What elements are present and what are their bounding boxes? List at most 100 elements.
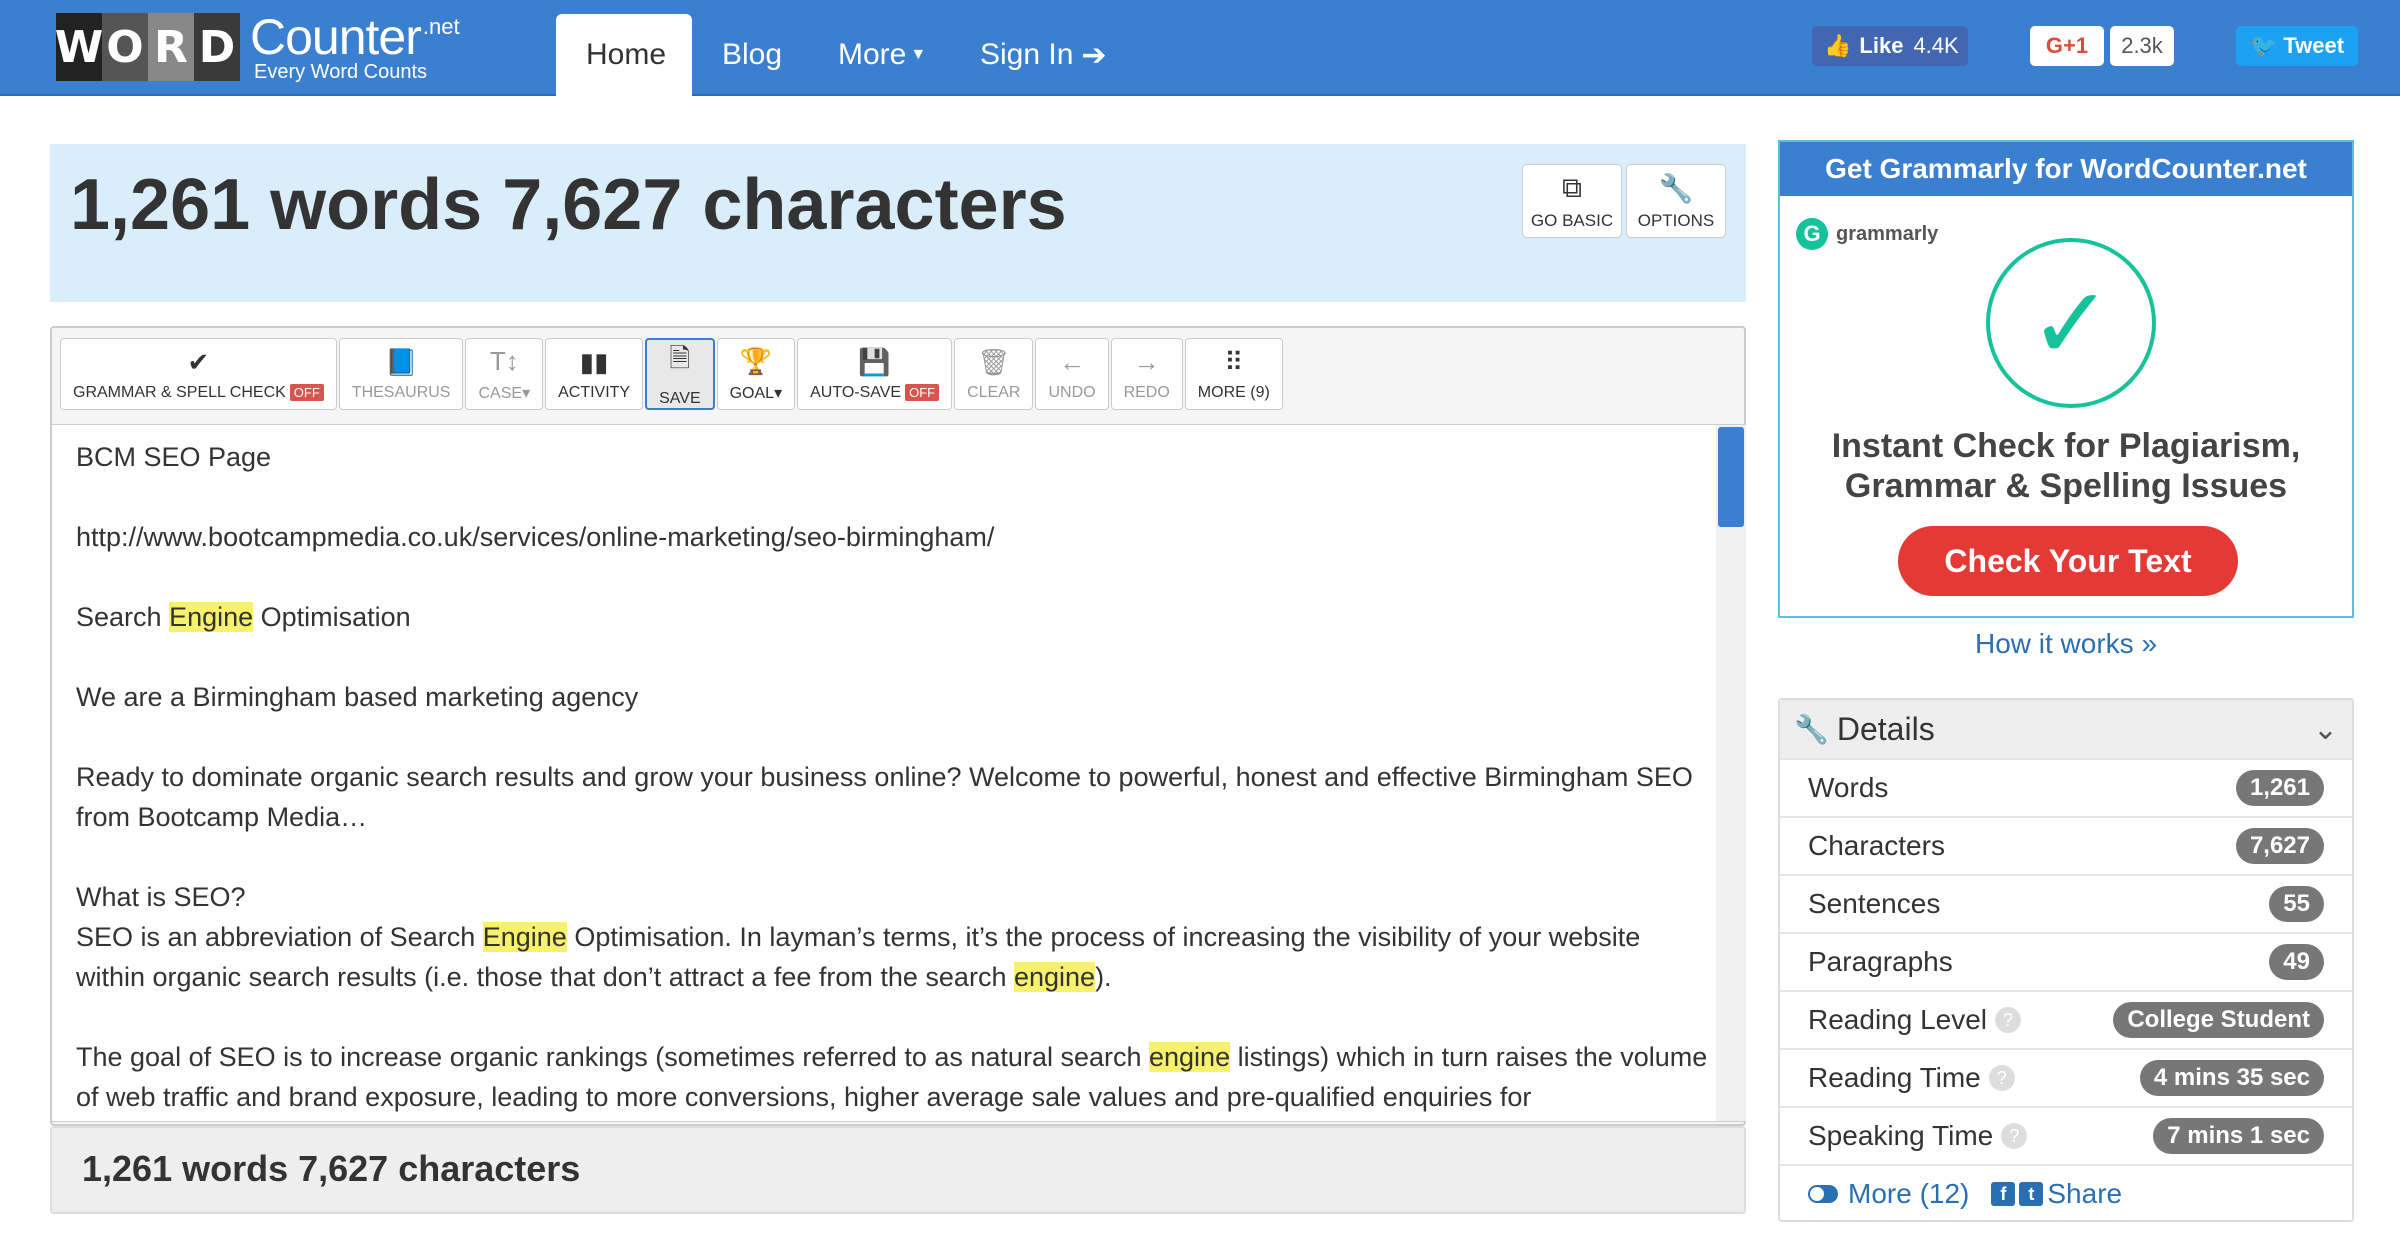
chevron-down-icon[interactable]: ⌄ [2313,712,2338,747]
detail-row-reading-time: Reading Time ? 4 mins 35 sec [1780,1048,2352,1106]
arrow-right-icon: → [1133,346,1160,377]
undo-label: UNDO [1048,383,1096,401]
text-paragraph: Ready to dominate organic search results… [76,762,1693,832]
detail-label: Reading Level [1808,1004,1988,1035]
go-basic-button[interactable]: ⧉ GO BASIC [1522,164,1622,238]
detail-label: Reading Time [1808,1062,1981,1093]
activity-label: ACTIVITY [558,383,631,401]
google-plus-button[interactable]: G+1 [2030,26,2104,66]
ad-title-line: Instant Check for Plagiarism, [1831,427,2301,465]
fb-like-label: Like [1859,33,1904,58]
editor-text[interactable]: BCM SEO Page http://www.bootcampmedia.co… [76,437,1716,1121]
text-span: What is SEO? [76,882,246,912]
highlighted-word: engine [1149,1042,1231,1072]
thesaurus-button[interactable]: 📘 THESAURUS [338,338,464,410]
top-navbar: W O R D Counter.net Every Word Counts Ho… [0,0,2400,96]
footer-count-bar: 1,261 words 7,627 characters [50,1126,1746,1214]
more-tools-label: MORE (9) [1197,383,1270,401]
how-it-works-link[interactable]: How it works » [1778,628,2354,660]
twitter-icon[interactable]: t [2019,1182,2044,1206]
more-details-link[interactable]: More (12) [1848,1178,1969,1210]
facebook-like-button[interactable]: 👍 Like 4.4K [1812,26,1968,66]
tweet-label: Tweet [2283,33,2345,58]
detail-badge: College Student [2113,1002,2324,1038]
facebook-icon[interactable]: f [1991,1182,2016,1206]
details-panel: 🔧 Details ⌄ Words 1,261 Characters 7,627… [1778,698,2354,1222]
autosave-label-text: AUTO-SAVE [810,383,902,401]
scroll-thumb[interactable] [1718,427,1744,527]
editor-scrollbar[interactable] [1716,425,1746,1121]
nav-sign-in[interactable]: Sign In ➔ [950,14,1137,96]
nav-more-dropdown[interactable]: More ▼ [808,14,956,96]
redo-button[interactable]: → REDO [1110,338,1183,410]
external-link-icon: ⧉ [1562,171,1582,203]
save-label: SAVE [659,390,701,407]
grammarly-ad[interactable]: Get Grammarly for WordCounter.net G gram… [1778,140,2354,618]
logo-tile: W [55,13,103,81]
detail-row-words: Words 1,261 [1780,758,2352,816]
options-label: OPTIONS [1637,210,1715,230]
share-link[interactable]: Share [2047,1178,2122,1210]
grammar-check-button[interactable]: ✔ GRAMMAR & SPELL CHECK OFF [60,338,337,410]
arrow-left-icon: ← [1059,346,1085,377]
text-paragraph: What is SEO? SEO is an abbreviation of Se… [76,877,1716,997]
logo-tagline: Every Word Counts [254,61,428,83]
detail-badge: 4 mins 35 sec [2139,1060,2324,1096]
question-icon[interactable]: ? [1988,1065,2015,1091]
detail-badge: 1,261 [2235,770,2324,806]
details-footer: More (12) f t Share [1780,1164,2352,1222]
clear-label: CLEAR [967,383,1021,401]
activity-button[interactable]: ▮▮ ACTIVITY [545,338,644,410]
tweet-button[interactable]: 🐦 Tweet [2236,26,2358,66]
text-span: The goal of SEO is to increase organic r… [76,1042,1149,1072]
ad-title: Instant Check for Plagiarism, Grammar & … [1780,426,2352,506]
question-icon[interactable]: ? [1995,1007,2022,1033]
details-header[interactable]: 🔧 Details ⌄ [1780,700,2352,758]
detail-label: Paragraphs [1808,946,1953,977]
editor-panel: ✔ GRAMMAR & SPELL CHECK OFF 📘 THESAURUS T… [50,326,1746,1126]
highlighted-word: Engine [169,602,254,632]
toggle-icon[interactable] [1808,1185,1838,1203]
detail-label: Words [1808,772,1889,803]
google-plus-count: 2.3k [2110,26,2174,66]
save-file-icon: 🗎 [669,343,691,373]
goal-button[interactable]: 🏆 GOAL▾ [716,338,796,410]
auto-save-button[interactable]: 💾 AUTO-SAVE OFF [797,338,953,410]
question-icon[interactable]: ? [2001,1123,2028,1149]
text-span: Optimisation [253,602,411,632]
redo-label: REDO [1123,383,1170,401]
share-icons[interactable]: f t Share [1991,1178,2122,1210]
grammar-label: GRAMMAR & SPELL CHECK OFF [73,383,324,402]
bar-chart-icon: ▮▮ [579,346,609,377]
case-button[interactable]: T↕ CASE▾ [465,338,544,410]
detail-row-reading-level: Reading Level ? College Student [1780,990,2352,1048]
goal-label: GOAL▾ [729,384,783,402]
ad-title-line: Grammar & Spelling Issues [1844,467,2288,505]
gplus-count-value: 2.3k [2121,33,2163,58]
site-logo[interactable]: W O R D Counter.net Every Word Counts [55,12,460,82]
check-your-text-button[interactable]: Check Your Text [1898,526,2238,596]
highlighted-word: Engine [482,922,567,952]
go-basic-label: GO BASIC [1530,210,1614,230]
options-button[interactable]: 🔧 OPTIONS [1626,164,1726,238]
clear-button[interactable]: 🗑 CLEAR [954,338,1034,410]
save-button[interactable]: 🗎 SAVE [645,338,715,410]
grammar-state-badge: OFF [289,383,324,401]
detail-row-characters: Characters 7,627 [1780,816,2352,874]
text-input-area[interactable]: BCM SEO Page http://www.bootcampmedia.co… [52,424,1746,1122]
thumbs-up-icon: 👍 [1824,33,1852,58]
more-tools-button[interactable]: ⠿ MORE (9) [1184,338,1283,410]
undo-button[interactable]: ← UNDO [1035,338,1109,410]
autosave-state-badge: OFF [905,383,940,401]
grammar-label-text: GRAMMAR & SPELL CHECK [73,383,286,401]
nav-home[interactable]: Home [556,14,692,96]
text-paragraph: BCM SEO Page [76,442,272,472]
wrench-icon: 🔧 [1658,172,1694,204]
case-label: CASE▾ [478,384,531,402]
nav-blog-label: Blog [722,38,783,71]
nav-blog[interactable]: Blog [692,14,812,96]
detail-row-sentences: Sentences 55 [1780,874,2352,932]
text-span: SEO is an abbreviation of Search [76,922,483,952]
word-character-count: 1,261 words 7,627 characters [70,165,1067,245]
logo-text: Counter.net Every Word Counts [250,12,460,82]
